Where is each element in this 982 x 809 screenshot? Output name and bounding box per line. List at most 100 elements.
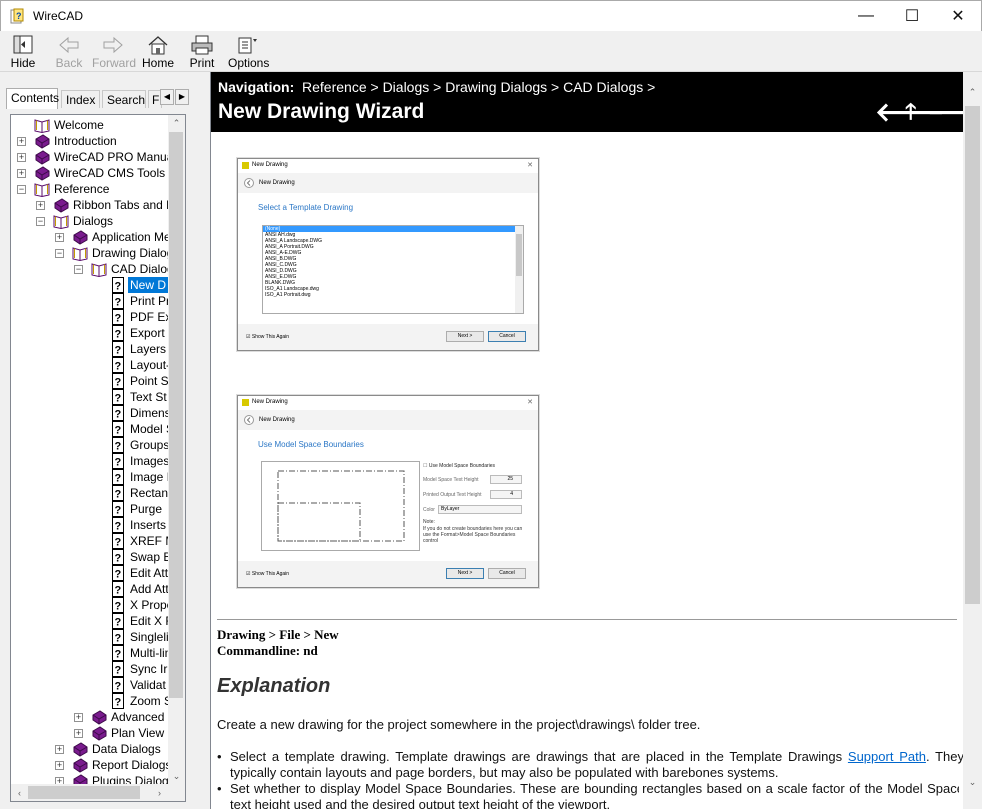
- tab-search[interactable]: Search: [102, 90, 146, 108]
- tree-item[interactable]: ? Validat: [11, 677, 169, 693]
- maximize-icon: ☐: [904, 8, 920, 25]
- tree-item[interactable]: ? Print Pr: [11, 293, 169, 309]
- tree-vertical-scrollbar[interactable]: ⌃ ⌄: [168, 115, 185, 785]
- tree-item[interactable]: ? Groups: [11, 437, 169, 453]
- tree-item[interactable]: ? Model S: [11, 421, 169, 437]
- collapse-icon[interactable]: −: [74, 265, 83, 274]
- minimize-button[interactable]: —: [843, 1, 889, 31]
- maximize-button[interactable]: ☐: [889, 1, 935, 31]
- tree-item[interactable]: + WireCAD CMS Tools M: [11, 165, 169, 181]
- tree-horizontal-scrollbar[interactable]: ‹ ›: [11, 784, 185, 801]
- tree-item[interactable]: ? New D: [11, 277, 169, 293]
- tree-item[interactable]: − Reference: [11, 181, 169, 198]
- tree-item-label: Swap B: [130, 550, 169, 564]
- tree-item-label: Singleli: [130, 630, 169, 644]
- tree-item[interactable]: ? XREF M: [11, 533, 169, 549]
- tree-item[interactable]: ? Rectan: [11, 485, 169, 501]
- tree-item[interactable]: − Drawing Dialog: [11, 245, 169, 262]
- help-page-icon: ?: [110, 373, 126, 389]
- parent-topic-icon[interactable]: 🡑: [905, 100, 916, 124]
- tree-item[interactable]: ? Edit X F: [11, 613, 169, 629]
- scroll-up-icon[interactable]: ⌃: [168, 115, 185, 132]
- screenshot-template-step: New Drawing ✕ New Drawing Select a Templ…: [237, 158, 539, 351]
- tree-item[interactable]: ? Multi-lin: [11, 645, 169, 661]
- expand-icon[interactable]: +: [74, 729, 83, 738]
- expand-icon[interactable]: +: [55, 761, 64, 770]
- tree-item[interactable]: − CAD Dialog: [11, 261, 169, 278]
- tree-item[interactable]: ? PDF Ex: [11, 309, 169, 325]
- tree-item[interactable]: ? Layers: [11, 341, 169, 357]
- scroll-thumb[interactable]: [169, 132, 183, 698]
- tree-item[interactable]: ? Dimens: [11, 405, 169, 421]
- back-button[interactable]: Back: [52, 33, 86, 71]
- expand-icon[interactable]: +: [17, 153, 26, 162]
- tree-item[interactable]: ? Point S: [11, 373, 169, 389]
- tree-item[interactable]: + Application Men: [11, 229, 169, 245]
- support-path-link[interactable]: Support Path: [848, 749, 926, 764]
- tree-item[interactable]: + Ribbon Tabs and D: [11, 197, 169, 213]
- expand-icon[interactable]: +: [55, 233, 64, 242]
- tab-index[interactable]: Index: [61, 90, 100, 108]
- tree-item[interactable]: ? Images: [11, 453, 169, 469]
- collapse-icon[interactable]: −: [55, 249, 64, 258]
- content-vertical-scrollbar[interactable]: ⌃ ⌄: [963, 72, 982, 809]
- scroll-down-icon[interactable]: ⌄: [168, 768, 185, 785]
- scroll-left-icon[interactable]: ‹: [11, 784, 28, 801]
- template-list: (None) ANSI AH.dwg ANSI_A Landscape.DWG ANS…: [262, 225, 524, 314]
- tree-item[interactable]: ? X Prope: [11, 597, 169, 613]
- collapse-icon[interactable]: −: [17, 185, 26, 194]
- tree-item[interactable]: ? Purge: [11, 501, 169, 517]
- pane-splitter[interactable]: [194, 72, 210, 809]
- tab-scroll-right-button[interactable]: ▶: [175, 89, 189, 105]
- scroll-thumb[interactable]: [28, 786, 140, 799]
- home-button[interactable]: Home: [141, 33, 175, 71]
- close-button[interactable]: ✕: [935, 1, 981, 31]
- tree-item[interactable]: + Data Dialogs: [11, 741, 169, 757]
- tree-item[interactable]: ? Edit Att: [11, 565, 169, 581]
- tree-item[interactable]: ? Layout-: [11, 357, 169, 373]
- tree-item-label: Edit X F: [130, 614, 169, 628]
- tree-item[interactable]: + Advanced: [11, 709, 169, 725]
- tree-item[interactable]: ? Singleli: [11, 629, 169, 645]
- tree-item[interactable]: − Dialogs: [11, 213, 169, 230]
- tree-item[interactable]: + Introduction: [11, 133, 169, 149]
- tree-item[interactable]: + Plan View a: [11, 725, 169, 741]
- tab-contents[interactable]: Contents: [6, 88, 59, 109]
- expand-icon[interactable]: +: [36, 201, 45, 210]
- tree-item[interactable]: ? Export: [11, 325, 169, 341]
- scroll-up-icon[interactable]: ⌃: [964, 84, 981, 101]
- forward-button[interactable]: Forward: [92, 33, 136, 71]
- svg-text:?: ?: [115, 585, 122, 597]
- tree-item[interactable]: ? Inserts: [11, 517, 169, 533]
- breadcrumb-path[interactable]: Reference > Dialogs > Drawing Dialogs > …: [302, 79, 655, 95]
- print-button[interactable]: Print: [188, 33, 216, 71]
- tree-item[interactable]: ? Sync Ir: [11, 661, 169, 677]
- tree-item[interactable]: ? Swap B: [11, 549, 169, 565]
- book-closed-icon: [91, 709, 107, 725]
- list-item: • Set whether to display Model Space Bou…: [217, 781, 959, 809]
- expand-icon[interactable]: +: [17, 169, 26, 178]
- tree-item[interactable]: ? Zoom S: [11, 693, 169, 709]
- collapse-icon[interactable]: −: [36, 217, 45, 226]
- scroll-down-icon[interactable]: ⌄: [964, 774, 981, 791]
- book-closed-icon: [53, 197, 69, 213]
- tree-item[interactable]: ? Add Att: [11, 581, 169, 597]
- help-page-icon: ?: [110, 341, 126, 357]
- options-button[interactable]: Options: [228, 33, 269, 71]
- tab-scroll-left-button[interactable]: ◀: [160, 89, 174, 105]
- hide-button[interactable]: Hide: [8, 33, 38, 71]
- expand-icon[interactable]: +: [17, 137, 26, 146]
- tree-item[interactable]: + Report Dialogs: [11, 757, 169, 773]
- tree-item[interactable]: + WireCAD PRO Manual: [11, 149, 169, 165]
- help-page-icon: ?: [110, 293, 126, 309]
- expand-icon[interactable]: +: [55, 745, 64, 754]
- expand-icon[interactable]: +: [74, 713, 83, 722]
- tree-item[interactable]: Welcome: [11, 117, 169, 134]
- scroll-right-icon[interactable]: ›: [151, 784, 168, 801]
- svg-text:?: ?: [115, 425, 122, 437]
- show-again-checkbox: ☑ Show This Again: [246, 334, 290, 340]
- tree-item[interactable]: ? Text St: [11, 389, 169, 405]
- navigation-pane: Contents Index Search F ◀ ▶ Welcome + Intr…: [0, 72, 194, 809]
- scroll-thumb[interactable]: [965, 106, 980, 604]
- tree-item[interactable]: ? Image I: [11, 469, 169, 485]
